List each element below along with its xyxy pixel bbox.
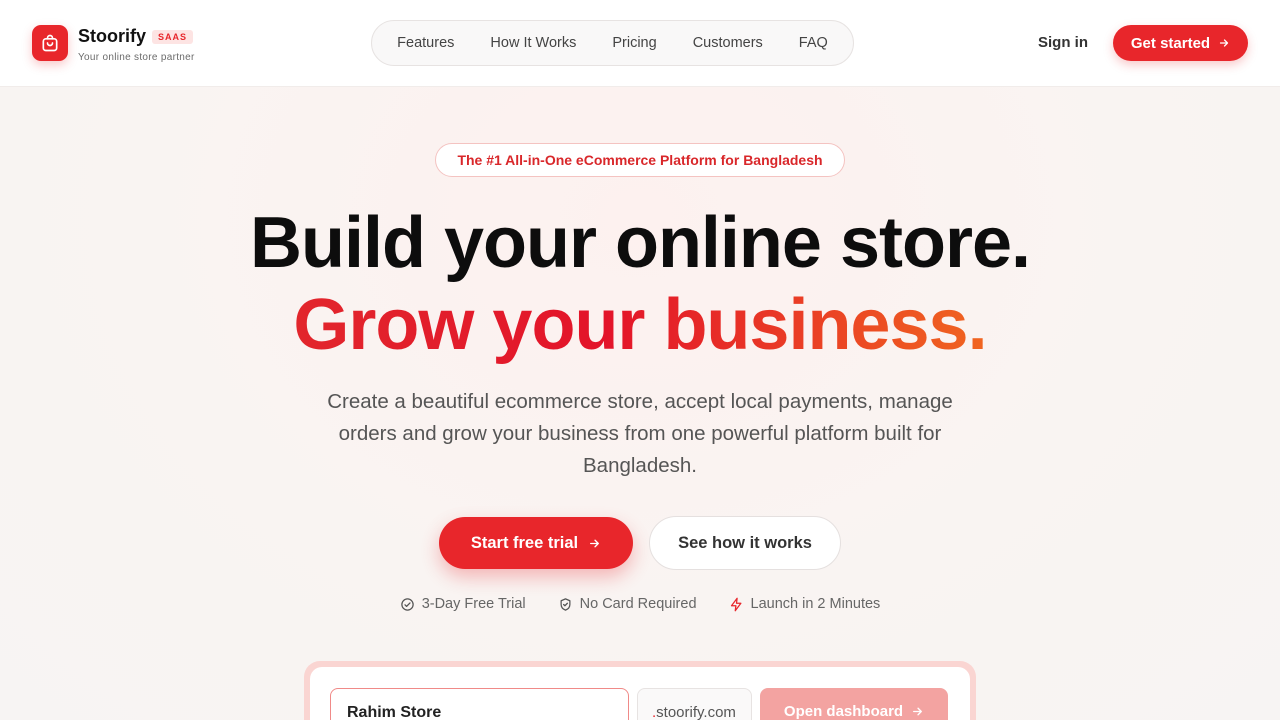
hero-heading-line2-text: Grow your business. [293, 285, 987, 365]
brand-tagline: Your online store partner [78, 52, 195, 63]
saas-badge: SAAS [152, 30, 194, 44]
hero-badge-pill: The #1 All-in-One eCommerce Platform for… [435, 143, 845, 177]
open-dashboard-label: Open dashboard [783, 703, 904, 720]
check-circle-icon [400, 597, 414, 611]
site-header: Stoorify SAAS Your online store partner … [0, 0, 1280, 87]
feature-launch: Launch in 2 Minutes [729, 594, 881, 614]
feature-free-trial: 3-Day Free Trial [400, 594, 526, 614]
hero-subtitle: Create a beautiful ecommerce store, acce… [327, 390, 953, 477]
feature-label: No Card Required [579, 596, 697, 612]
see-how-it-works-button[interactable]: See how it works [649, 516, 841, 570]
store-setup-card-inner: Rahim Store .stoorify.com Open dashboard [310, 667, 970, 720]
main-nav: Features How It Works Pricing Customers … [371, 20, 854, 66]
brand-name[interactable]: Stoorify [78, 26, 146, 47]
logo-icon[interactable] [32, 25, 68, 61]
nav-item-features[interactable]: Features [397, 35, 454, 51]
hero-features: 3-Day Free Trial No Card Required Launch… [0, 594, 1280, 614]
nav-item-how-it-works[interactable]: How It Works [490, 35, 576, 51]
open-dashboard-button[interactable]: Open dashboard [760, 688, 948, 720]
feature-label: Launch in 2 Minutes [750, 596, 881, 612]
store-name-input[interactable]: Rahim Store [330, 688, 629, 720]
get-started-button[interactable]: Get started [1113, 25, 1248, 61]
arrow-right-icon [913, 707, 923, 716]
start-free-trial-button[interactable]: Start free trial [439, 517, 633, 569]
feature-label: 3-Day Free Trial [421, 596, 526, 612]
hero-heading-line2: Grow your business. [0, 282, 1280, 368]
domain-suffix-text: stoorify.com [656, 704, 736, 720]
sign-in-link[interactable]: Sign in [1038, 34, 1088, 51]
nav-item-customers[interactable]: Customers [693, 35, 763, 51]
domain-suffix: .stoorify.com [637, 688, 752, 720]
get-started-label: Get started [1130, 34, 1211, 52]
lightning-icon [730, 597, 742, 611]
start-free-trial-label: Start free trial [470, 533, 579, 552]
store-setup-card: Rahim Store .stoorify.com Open dashboard [304, 661, 976, 720]
arrow-right-icon [590, 539, 600, 547]
feature-no-card: No Card Required [558, 594, 697, 614]
arrow-right-icon [1219, 39, 1229, 47]
nav-item-pricing[interactable]: Pricing [612, 35, 656, 51]
nav-item-faq[interactable]: FAQ [799, 35, 828, 51]
hero-heading-line1: Build your online store. [249, 203, 1031, 283]
shield-check-icon [560, 597, 571, 611]
